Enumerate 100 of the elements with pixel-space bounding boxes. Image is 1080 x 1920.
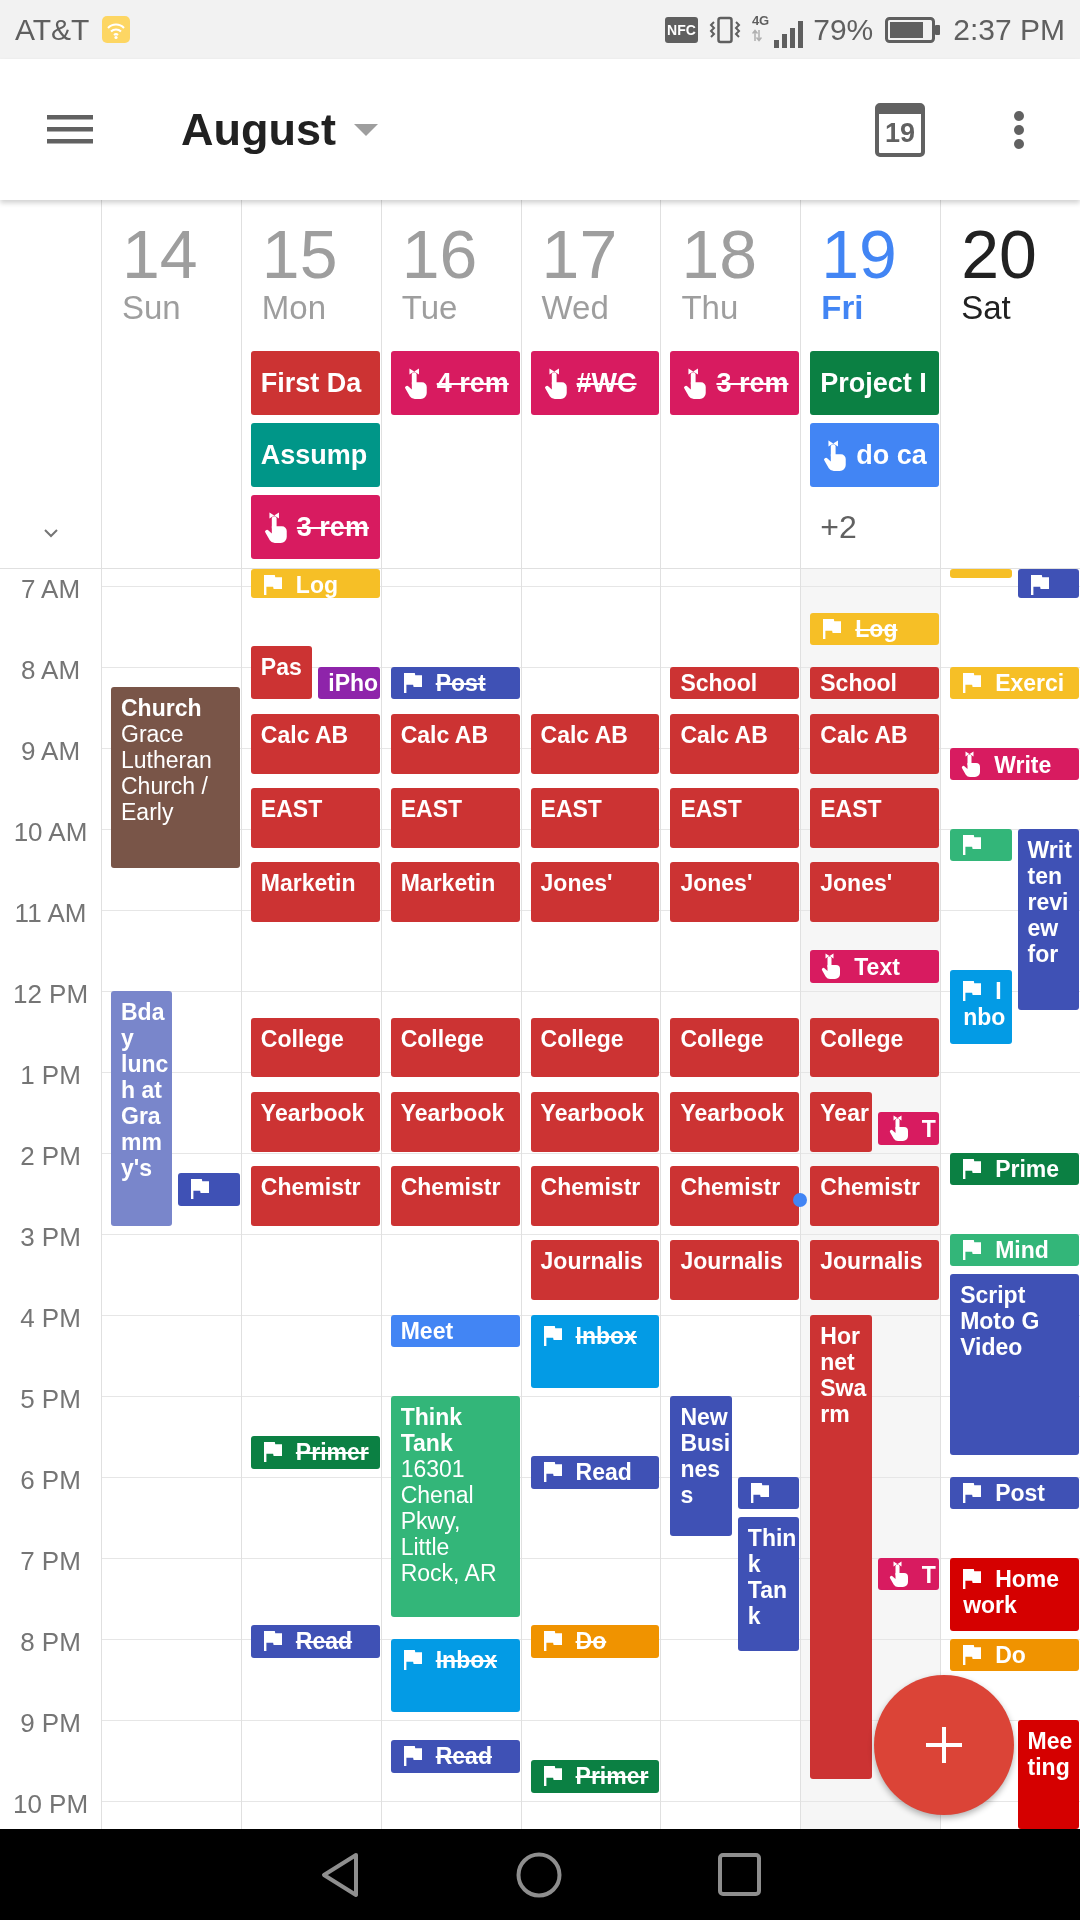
task-event[interactable]: [178, 1172, 240, 1206]
flag-icon: [963, 1568, 982, 1589]
day-number: 17: [541, 220, 618, 288]
task-event[interactable]: Read: [530, 1456, 660, 1489]
task-event[interactable]: Inbo: [950, 970, 1012, 1044]
hour-label: 9 PM: [20, 1707, 81, 1738]
calendar-event[interactable]: Yearbook: [530, 1091, 660, 1152]
calendar-event[interactable]: EAST: [530, 788, 660, 848]
calendar-event[interactable]: Calc AB: [390, 713, 520, 774]
menu-icon[interactable]: [47, 115, 93, 144]
task-event[interactable]: Home work: [950, 1557, 1079, 1631]
calendar-event[interactable]: EAST: [250, 788, 380, 848]
task-event[interactable]: Inbox: [530, 1314, 660, 1388]
flag-icon: [750, 1482, 769, 1503]
all-day-event[interactable]: Project I: [810, 351, 940, 415]
calendar-event[interactable]: Think Tank: [737, 1517, 800, 1651]
calendar-event[interactable]: Meet: [390, 1314, 520, 1348]
calendar-event[interactable]: Calc AB: [670, 713, 800, 774]
calendar-event[interactable]: New Business: [670, 1395, 732, 1537]
day-name: Wed: [541, 291, 609, 324]
task-event[interactable]: Primer: [530, 1760, 660, 1793]
all-day-event[interactable]: First Da: [250, 351, 380, 415]
calendar-event[interactable]: EAST: [670, 788, 800, 848]
calendar-event[interactable]: School: [810, 666, 940, 700]
reminder-event[interactable]: T: [877, 1557, 940, 1591]
month-dropdown[interactable]: August: [181, 103, 378, 156]
calendar-event[interactable]: Yearbook: [390, 1091, 520, 1152]
calendar-event[interactable]: Marketin: [390, 862, 520, 922]
calendar-event[interactable]: EAST: [810, 788, 940, 848]
more-options-icon[interactable]: [1013, 109, 1025, 150]
calendar-event[interactable]: Calc AB: [810, 713, 940, 774]
calendar-event[interactable]: Script Moto G Video: [950, 1274, 1079, 1456]
calendar-event[interactable]: Chemistr: [670, 1166, 800, 1226]
day-number: 14: [122, 220, 198, 288]
task-event[interactable]: Read: [390, 1739, 520, 1773]
calendar-event[interactable]: Chemistr: [250, 1166, 380, 1226]
hour-label: 4 PM: [20, 1302, 81, 1333]
all-day-reminder[interactable]: 3 rem: [250, 495, 380, 559]
reminder-event[interactable]: Write: [950, 747, 1079, 781]
calendar-event[interactable]: iPho: [318, 666, 380, 700]
pointing-hand-icon: [888, 1560, 909, 1587]
task-event[interactable]: Prime: [950, 1152, 1079, 1186]
calendar-event[interactable]: Chemistr: [810, 1166, 940, 1226]
clock-time: 2:37 PM: [953, 12, 1065, 47]
network-type: 4G: [751, 13, 770, 27]
calendar-event[interactable]: Journalis: [670, 1240, 800, 1300]
calendar-event[interactable]: Marketin: [250, 862, 380, 922]
calendar-event[interactable]: Yearbook: [250, 1091, 380, 1152]
calendar-event[interactable]: Bday lunch at Grammy's: [111, 990, 173, 1226]
task-event[interactable]: Post: [950, 1476, 1079, 1510]
calendar-event[interactable]: Year: [810, 1091, 872, 1152]
all-day-reminder[interactable]: do ca: [810, 423, 940, 487]
task-event[interactable]: Inbox: [390, 1638, 520, 1712]
task-event[interactable]: [1017, 569, 1079, 598]
task-event[interactable]: Post: [390, 666, 520, 700]
calendar-event[interactable]: Think Tank 16301 Chenal Pkwy, Little Rock, AR: [390, 1395, 520, 1618]
today-button[interactable]: 19: [875, 102, 925, 157]
calendar-event[interactable]: Journalis: [530, 1240, 660, 1300]
calendar-event[interactable]: EAST: [390, 788, 520, 848]
flag-icon: [963, 834, 982, 855]
calendar-event[interactable]: Church Grace Lutheran Church / Early: [111, 686, 240, 868]
reminder-event[interactable]: T: [877, 1112, 940, 1145]
calendar-event[interactable]: Jones': [810, 862, 940, 922]
calendar-event[interactable]: Pas: [250, 646, 313, 700]
calendar-event[interactable]: Written review for: [1017, 828, 1079, 1010]
calendar-event[interactable]: Journalis: [810, 1240, 940, 1300]
task-event[interactable]: [737, 1476, 800, 1510]
calendar-event[interactable]: College: [250, 1017, 380, 1078]
pointing-hand-icon: [823, 439, 848, 471]
calendar-event[interactable]: Jones': [530, 862, 660, 922]
calendar-event[interactable]: Chemistr: [390, 1166, 520, 1226]
calendar-event[interactable]: College: [810, 1017, 940, 1078]
all-day-reminder[interactable]: 4 rem: [390, 351, 520, 415]
calendar-event[interactable]: College: [530, 1017, 660, 1078]
calendar-event[interactable]: College: [670, 1017, 800, 1078]
calendar-event[interactable]: Calc AB: [250, 713, 380, 774]
all-day-event[interactable]: Assump: [250, 423, 380, 487]
calendar-event[interactable]: Yearbook: [670, 1091, 800, 1152]
all-day-reminder[interactable]: 3 rem: [670, 351, 800, 415]
calendar-event[interactable]: Jones': [670, 862, 800, 922]
home-icon[interactable]: [515, 1851, 562, 1898]
calendar-event[interactable]: School: [670, 666, 800, 700]
day-number: 19: [821, 220, 897, 288]
task-event[interactable]: Mind: [950, 1233, 1079, 1267]
task-event[interactable]: Read: [250, 1625, 380, 1658]
back-icon[interactable]: [319, 1851, 360, 1898]
reminder-event[interactable]: Text: [810, 950, 940, 983]
calendar-event[interactable]: Chemistr: [530, 1166, 660, 1226]
pointing-hand-icon: [543, 367, 568, 399]
chevron-down-icon[interactable]: [43, 529, 58, 538]
calendar-event[interactable]: College: [390, 1017, 520, 1078]
calendar-event[interactable]: Calc AB: [530, 713, 660, 774]
task-event[interactable]: Primer: [250, 1436, 380, 1469]
calendar-event[interactable]: Meeting: [1017, 1719, 1079, 1829]
plus-icon: [926, 1727, 962, 1763]
calendar-event[interactable]: Hornet Swarm: [810, 1314, 872, 1780]
more-events-button[interactable]: +2: [810, 495, 867, 559]
day-name: Mon: [261, 291, 327, 324]
all-day-reminder[interactable]: #WC: [530, 351, 660, 415]
recent-apps-icon[interactable]: [717, 1853, 761, 1896]
